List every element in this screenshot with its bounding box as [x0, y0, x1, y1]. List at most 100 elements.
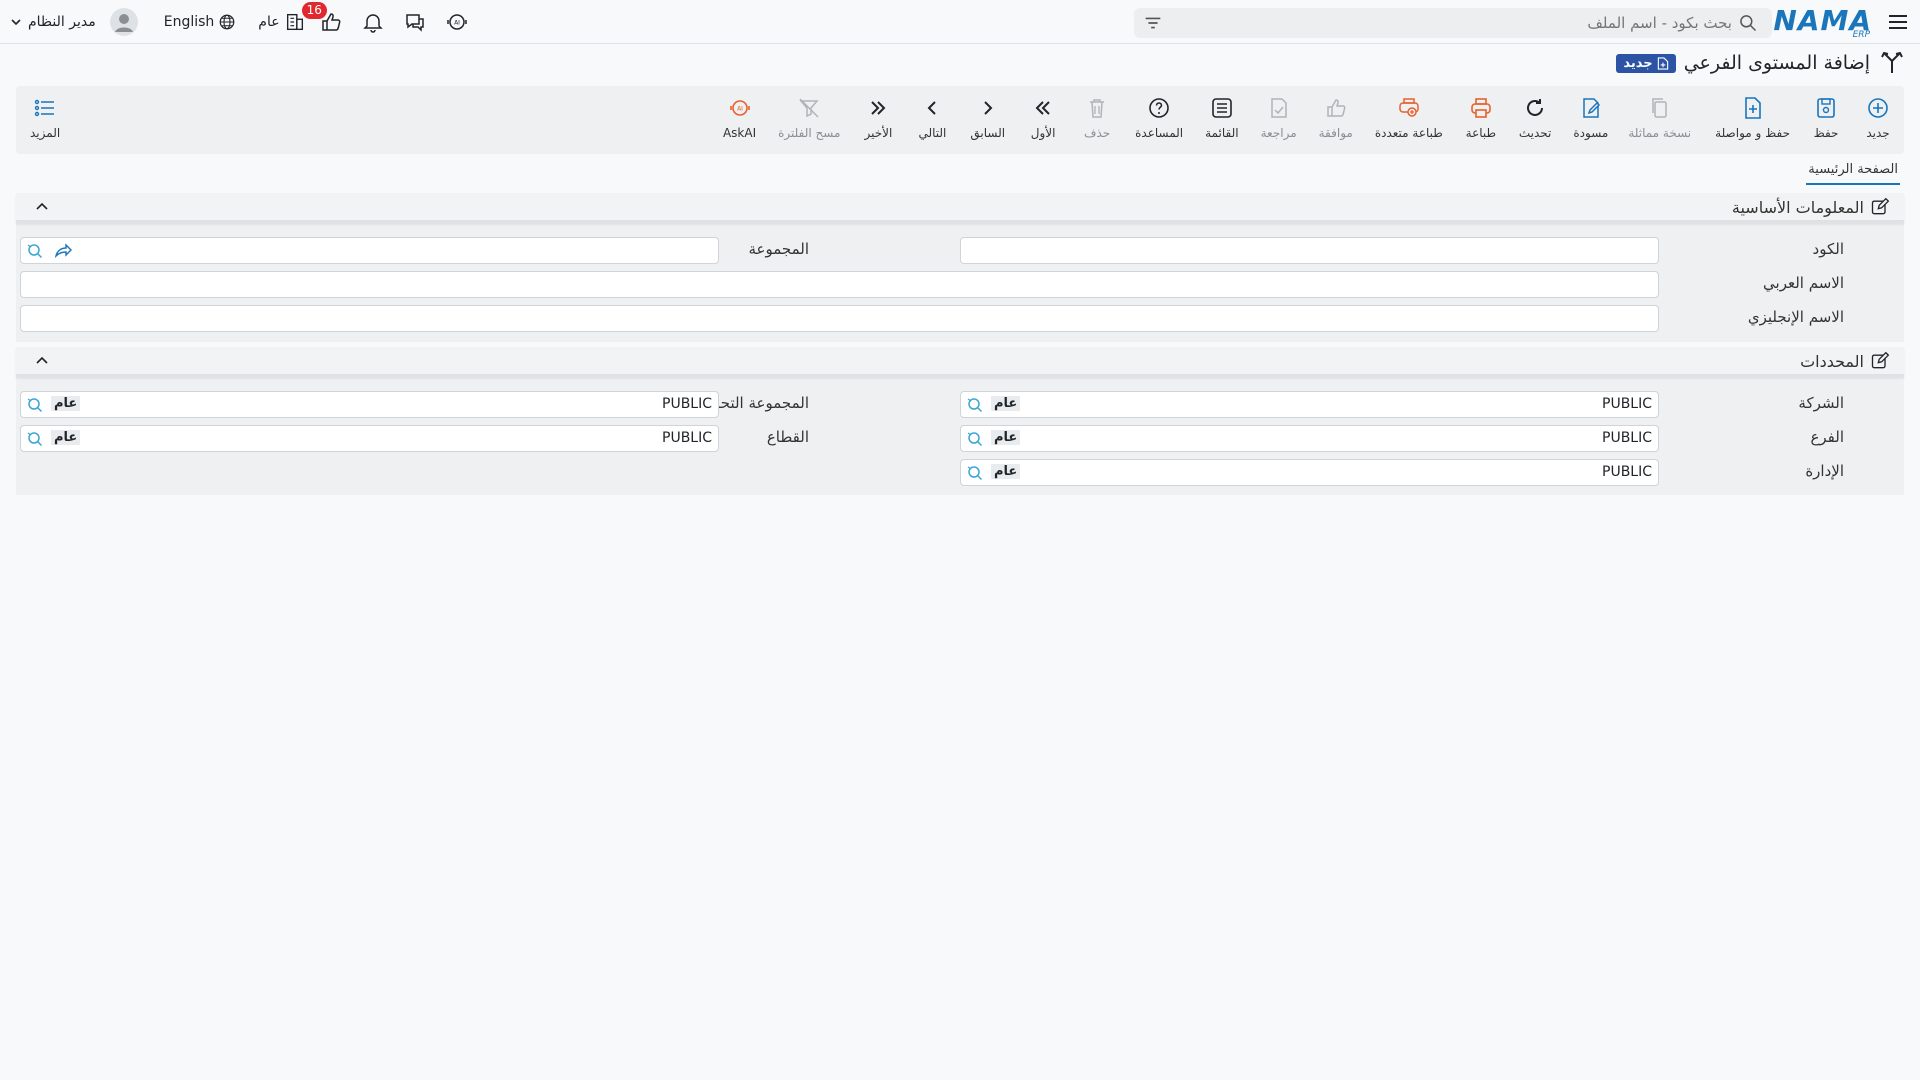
group-label: المجموعة [748, 240, 809, 258]
top-left-area: مدير النظام English عام 16 AI [10, 2, 478, 38]
toolbar-items: جديد حفظ حفظ و مواصلة نسخة مماثلة مسودة تحديث… [719, 86, 1904, 154]
list-icon [1212, 98, 1232, 118]
lookup-search-icon[interactable] [965, 429, 985, 449]
trash-icon [1090, 99, 1105, 118]
clear-filter-icon [799, 98, 819, 118]
search-icon[interactable] [1738, 13, 1758, 33]
sector-field[interactable]: PUBLIC عام [20, 425, 719, 452]
user-name: مدير النظام [28, 14, 96, 30]
toolbar-button-refresh[interactable]: تحديث [1515, 86, 1556, 154]
toolbar-label: حذف [1084, 126, 1111, 140]
globe-icon [219, 14, 235, 30]
code-field[interactable] [960, 237, 1659, 264]
page-title: إضافة المستوى الفرعي [1683, 52, 1870, 74]
toolbar-button-save-continue[interactable]: حفظ و مواصلة [1711, 86, 1794, 154]
tab-main-page[interactable]: الصفحة الرئيسية [1806, 160, 1900, 185]
language-switch[interactable]: English [164, 13, 237, 31]
toolbar-button-list[interactable]: القائمة [1201, 86, 1242, 154]
department-value: PUBLIC [1602, 464, 1652, 480]
filter-icon[interactable] [1142, 12, 1164, 34]
toolbar-button-next[interactable]: التالي [912, 86, 952, 154]
branch-field[interactable]: PUBLIC عام [960, 425, 1659, 452]
top-icon-group: عام 16 AI [258, 2, 478, 38]
draft-icon [1583, 98, 1600, 118]
edit-icon [1871, 351, 1890, 369]
chevron-up-icon[interactable] [34, 199, 50, 215]
department-field[interactable]: PUBLIC عام [960, 459, 1659, 486]
toolbar-button-print[interactable]: طباعة [1461, 86, 1501, 154]
code-label: الكود [1812, 240, 1844, 258]
toolbar-label: حفظ و مواصلة [1715, 126, 1790, 140]
basic-info-header[interactable]: المعلومات الأساسية [16, 193, 1904, 223]
toolbar-label: القائمة [1205, 126, 1239, 140]
toolbar-button-previous[interactable]: السابق [966, 86, 1009, 154]
hamburger-menu-icon[interactable] [1886, 10, 1910, 34]
avatar-icon [109, 8, 138, 36]
top-bar: NAMA ERP مدير النظام English [0, 0, 1920, 44]
chevron-up-icon[interactable] [34, 353, 50, 369]
toolbar-button-plus-circle[interactable]: جديد [1858, 86, 1898, 154]
refresh-icon [1527, 99, 1544, 116]
more-button[interactable]: المزيد [30, 96, 60, 140]
approvals-button[interactable]: 16 [301, 2, 352, 38]
status-badge-text: جديد [1623, 55, 1653, 71]
toolbar-button-last[interactable]: الأخير [858, 86, 898, 154]
english-name-field[interactable] [20, 305, 1659, 332]
company-label: الشركة [1798, 394, 1844, 412]
toolbar-label: مسودة [1573, 126, 1609, 140]
user-menu[interactable]: مدير النظام [10, 8, 138, 36]
toolbar-button-copy: نسخة مماثلة [1624, 86, 1695, 154]
lookup-search-icon[interactable] [25, 241, 45, 261]
bell-icon [362, 14, 383, 33]
lookup-search-icon[interactable] [965, 463, 985, 483]
toolbar-label: جديد [1866, 126, 1890, 140]
dimensions-section: المحددات الشركة PUBLIC عام المجموعة التح… [16, 347, 1904, 495]
plus-circle-icon [1868, 98, 1888, 118]
global-search [1134, 8, 1772, 38]
chevron-down-icon [11, 19, 21, 26]
share-arrow-icon[interactable] [53, 241, 73, 261]
page-title-area: إضافة المستوى الفرعي جديد [1616, 46, 1906, 80]
toolbar-button-save[interactable]: حفظ [1806, 86, 1846, 154]
toolbar-label: مسح الفلترة [778, 126, 841, 140]
lookup-search-icon[interactable] [25, 429, 45, 449]
ai-assistant-button[interactable]: AI [436, 6, 478, 38]
lookup-search-icon[interactable] [25, 395, 45, 415]
toolbar-button-ask-ai[interactable]: AI AskAI [719, 86, 760, 154]
branch-value: PUBLIC [1602, 430, 1652, 446]
toolbar-label: تحديث [1518, 126, 1552, 140]
basic-info-section: المعلومات الأساسية الكود المجموعة الاسم … [16, 193, 1904, 342]
svg-text:AI: AI [454, 20, 460, 27]
company-field[interactable]: PUBLIC عام [960, 391, 1659, 418]
search-input[interactable] [1170, 9, 1732, 37]
notifications-button[interactable] [352, 6, 394, 38]
analysis-group-value: PUBLIC [662, 396, 712, 412]
toolbar-button-draft[interactable]: مسودة [1569, 86, 1612, 154]
toolbar-button-multi-print[interactable]: طباعة متعددة [1371, 86, 1447, 154]
save-icon [1817, 98, 1835, 118]
notification-count-badge: 16 [301, 2, 327, 19]
review-icon [1270, 98, 1287, 118]
hierarchy-icon [1881, 51, 1903, 73]
toolbar-button-help[interactable]: المساعدة [1131, 86, 1187, 154]
last-icon [871, 101, 886, 115]
arabic-name-field[interactable] [20, 271, 1659, 298]
first-icon [1035, 101, 1050, 115]
branch-label: الفرع [1810, 428, 1844, 446]
branch-sub: عام [991, 430, 1021, 445]
copy-icon [1651, 98, 1667, 118]
lookup-search-icon[interactable] [965, 395, 985, 415]
tab-bar: الصفحة الرئيسية [1806, 160, 1900, 185]
department-label: الإدارة [1805, 462, 1844, 480]
analysis-group-field[interactable]: PUBLIC عام [20, 391, 719, 418]
dimensions-header[interactable]: المحددات [16, 347, 1904, 377]
sector-label: القطاع [766, 428, 809, 446]
toolbar-button-first[interactable]: الأول [1023, 86, 1063, 154]
group-field[interactable] [20, 237, 719, 264]
nama-logo[interactable]: NAMA ERP [1773, 4, 1872, 40]
logo-sub: ERP [1852, 30, 1870, 40]
company-sub: عام [991, 396, 1021, 411]
department-sub: عام [991, 464, 1021, 479]
sector-value: PUBLIC [662, 430, 712, 446]
messages-button[interactable] [394, 6, 436, 38]
